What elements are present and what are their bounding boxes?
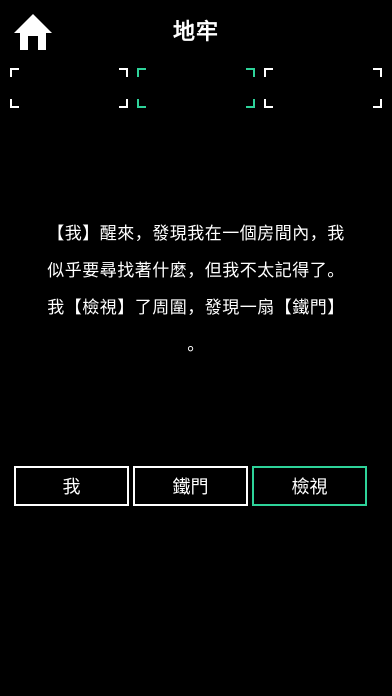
choice-button-iron-door[interactable]: 鐵門 [133, 466, 248, 506]
inventory-slot-3[interactable] [264, 68, 382, 108]
inventory-slot-1[interactable] [10, 68, 128, 108]
inventory-slot-2[interactable] [137, 68, 255, 108]
choice-button-self[interactable]: 我 [14, 466, 129, 506]
choice-button-examine[interactable]: 檢視 [252, 466, 367, 506]
story-text: 【我】醒來，發現我在一個房間內，我 似乎要尋找著什麼，但我不太記得了。 我【檢視… [14, 216, 378, 364]
story-line: 似乎要尋找著什麼，但我不太記得了。 [47, 261, 345, 281]
slot-frame [10, 68, 128, 108]
story-line: 。 [187, 335, 205, 355]
slot-frame [264, 68, 382, 108]
story-line: 我【檢視】了周圍，發現一扇【鐵門】 [47, 298, 345, 318]
slot-frame-selected [137, 68, 255, 108]
story-line: 【我】醒來，發現我在一個房間內，我 [47, 224, 345, 244]
page-title: 地牢 [172, 20, 219, 45]
